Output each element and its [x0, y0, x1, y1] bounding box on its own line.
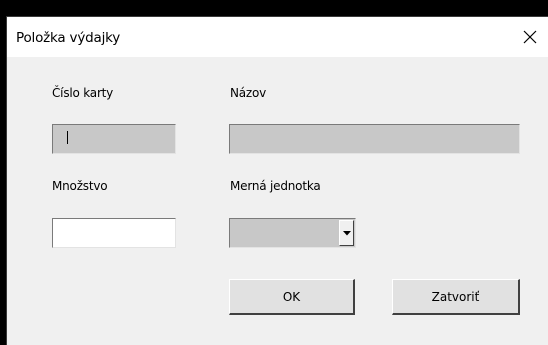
unit-dropdown-button[interactable]	[339, 220, 354, 246]
text-caret	[67, 131, 68, 144]
quantity-label: Množstvo	[52, 179, 108, 193]
close-x-icon	[523, 30, 537, 44]
close-dialog-button[interactable]: Zatvoriť	[392, 279, 520, 315]
quantity-field[interactable]	[52, 218, 176, 248]
dropdown-arrow-icon	[342, 230, 351, 235]
name-field[interactable]	[229, 124, 520, 154]
unit-label: Merná jednotka	[230, 179, 321, 193]
card-number-label: Číslo karty	[52, 86, 114, 100]
polozka-vydajky-dialog: Položka výdajky Číslo karty Názov Množst…	[6, 16, 548, 345]
name-label: Názov	[230, 86, 267, 100]
unit-select[interactable]	[229, 218, 356, 248]
title-bar: Položka výdajky	[7, 17, 548, 57]
close-button[interactable]	[514, 21, 546, 53]
card-number-field[interactable]	[52, 124, 176, 154]
ok-button[interactable]: OK	[229, 279, 355, 315]
dialog-title: Položka výdajky	[16, 30, 121, 46]
